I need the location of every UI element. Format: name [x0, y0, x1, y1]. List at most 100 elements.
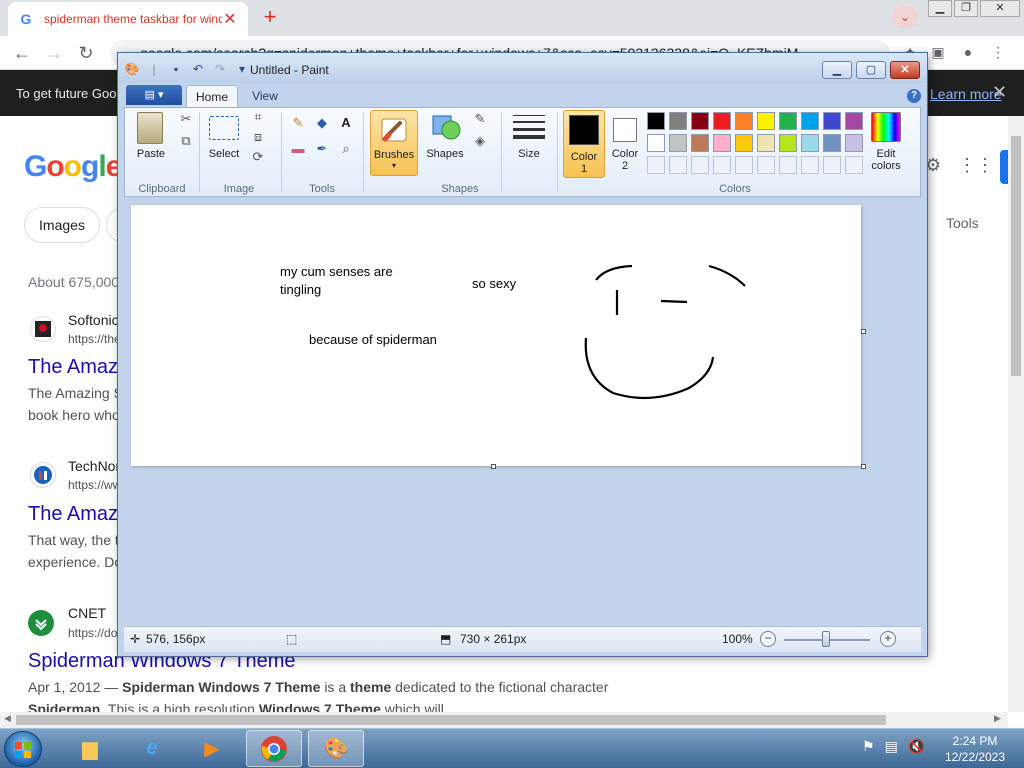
paint-minimize-button[interactable]: ▁ [822, 61, 852, 79]
zoom-slider-thumb[interactable] [822, 631, 830, 647]
custom-color-slot[interactable] [647, 156, 665, 174]
browser-tab-active[interactable]: G spiderman theme taskbar for windows 7 … [8, 2, 248, 36]
undo-icon[interactable]: ↶ [190, 61, 206, 77]
copy-icon[interactable]: ⧉ [177, 132, 195, 150]
custom-color-slot[interactable] [845, 156, 863, 174]
resize-handle-bottom[interactable] [491, 464, 496, 469]
explorer-taskbar-button[interactable]: ▆ [62, 730, 118, 767]
save-icon[interactable]: ▪ [168, 61, 184, 77]
redo-icon[interactable]: ↷ [212, 61, 228, 77]
shapes-button[interactable]: Shapes [425, 148, 465, 160]
palette-swatch[interactable] [801, 134, 819, 152]
back-arrow-icon[interactable]: ← [10, 42, 34, 66]
size-icon[interactable] [513, 114, 545, 140]
palette-swatch[interactable] [735, 112, 753, 130]
page-vertical-scrollbar[interactable] [1008, 116, 1024, 712]
paint-canvas[interactable]: my cum senses are tingling so sexy becau… [131, 205, 861, 466]
custom-color-slot[interactable] [779, 156, 797, 174]
taskbar-clock[interactable]: 2:24 PM 12/22/2023 [940, 733, 1010, 765]
custom-color-slot[interactable] [757, 156, 775, 174]
pencil-icon[interactable]: ✎ [289, 114, 307, 132]
paste-icon[interactable] [137, 112, 163, 144]
learn-more-link[interactable]: Learn more [930, 86, 1002, 102]
size-button[interactable]: Size [509, 148, 549, 160]
volume-muted-icon[interactable]: 🔇 [908, 738, 925, 755]
forward-arrow-icon[interactable]: → [42, 42, 66, 66]
palette-swatch[interactable] [757, 134, 775, 152]
brushes-button[interactable]: Brushes ▾ [370, 110, 418, 176]
palette-swatch[interactable] [823, 112, 841, 130]
zoom-out-button[interactable]: − [760, 631, 776, 647]
custom-color-slot[interactable] [823, 156, 841, 174]
tab-home[interactable]: Home [186, 85, 238, 107]
select-button[interactable]: Select [205, 148, 243, 160]
paste-button[interactable]: Paste [135, 148, 167, 160]
scroll-left-icon[interactable]: ◀ [4, 713, 11, 724]
reload-icon[interactable]: ↻ [74, 42, 98, 66]
edit-colors-icon[interactable] [871, 112, 901, 142]
page-horizontal-scrollbar[interactable]: ◀ ▶ [0, 712, 1008, 728]
paint-workspace[interactable]: my cum senses are tingling so sexy becau… [124, 199, 921, 624]
scroll-right-icon[interactable]: ▶ [994, 713, 1001, 724]
cut-icon[interactable]: ✂ [177, 110, 195, 128]
select-icon[interactable] [209, 116, 239, 140]
resize-icon[interactable]: ⧈ [249, 128, 267, 146]
palette-swatch[interactable] [647, 134, 665, 152]
shapes-icon[interactable] [431, 112, 461, 142]
fill-shape-icon[interactable]: ◈ [471, 132, 489, 150]
palette-swatch[interactable] [845, 112, 863, 130]
close-window-button[interactable]: ✕ [980, 0, 1020, 17]
palette-swatch[interactable] [757, 112, 775, 130]
scroll-thumb[interactable] [16, 715, 886, 725]
outline-icon[interactable]: ✎ [471, 110, 489, 128]
network-icon[interactable]: ▤ [885, 738, 898, 755]
resize-handle-right[interactable] [861, 329, 866, 334]
customize-qat-icon[interactable]: ▾ [234, 61, 250, 77]
palette-swatch[interactable] [823, 134, 841, 152]
tab-view[interactable]: View [242, 85, 288, 107]
text-icon[interactable]: A [337, 114, 355, 132]
tab-search-button[interactable]: ⌄ [892, 6, 918, 28]
crop-icon[interactable]: ⌗ [249, 108, 267, 126]
palette-swatch[interactable] [669, 134, 687, 152]
palette-swatch[interactable] [691, 112, 709, 130]
palette-swatch[interactable] [713, 134, 731, 152]
color1-button[interactable]: Color 1 [563, 110, 605, 178]
custom-color-slot[interactable] [691, 156, 709, 174]
scroll-thumb[interactable] [1011, 136, 1021, 376]
custom-color-slot[interactable] [713, 156, 731, 174]
restore-button[interactable]: ❐ [954, 0, 978, 17]
edit-colors-button[interactable]: Edit [863, 148, 909, 160]
minimize-button[interactable]: ▁ [928, 0, 952, 17]
rotate-icon[interactable]: ⟳ [249, 148, 267, 166]
color2-button[interactable]: Color [605, 148, 645, 160]
custom-color-slot[interactable] [735, 156, 753, 174]
fill-icon[interactable]: ◆ [313, 114, 331, 132]
tools-button[interactable]: Tools [946, 215, 979, 231]
palette-swatch[interactable] [779, 134, 797, 152]
palette-swatch[interactable] [845, 134, 863, 152]
magnifier-icon[interactable]: ⌕ [337, 140, 355, 158]
images-filter-chip[interactable]: Images [24, 207, 100, 243]
custom-color-slot[interactable] [669, 156, 687, 174]
palette-swatch[interactable] [735, 134, 753, 152]
chrome-taskbar-button[interactable] [246, 730, 302, 767]
action-center-icon[interactable]: ⚑ [862, 738, 875, 755]
palette-swatch[interactable] [801, 112, 819, 130]
palette-swatch[interactable] [691, 134, 709, 152]
palette-swatch[interactable] [713, 112, 731, 130]
eraser-icon[interactable]: ▬ [289, 140, 307, 158]
custom-color-slot[interactable] [801, 156, 819, 174]
palette-swatch[interactable] [779, 112, 797, 130]
profile-icon[interactable]: ● [958, 44, 978, 64]
paint-file-menu-button[interactable]: ▤ ▾ [126, 85, 182, 105]
tab-close-icon[interactable]: ✕ [222, 9, 238, 29]
palette-swatch[interactable] [647, 112, 665, 130]
color-picker-icon[interactable]: ✒ [313, 140, 331, 158]
paint-app-icon[interactable]: 🎨 [124, 61, 140, 77]
side-panel-icon[interactable]: ▣ [928, 44, 948, 64]
paint-close-button[interactable]: ✕ [890, 61, 920, 79]
infobar-close-icon[interactable]: ✕ [992, 82, 1007, 103]
ie-taskbar-button[interactable]: e [124, 730, 180, 767]
paint-maximize-button[interactable]: ▢ [856, 61, 886, 79]
